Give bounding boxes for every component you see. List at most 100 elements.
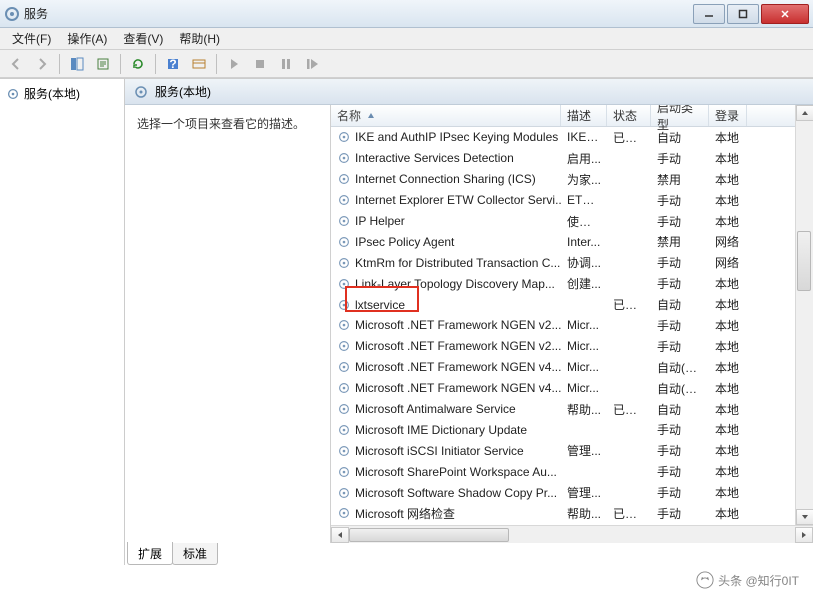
minimize-button[interactable] bbox=[693, 4, 725, 24]
tree-root-item[interactable]: 服务(本地) bbox=[0, 83, 124, 104]
service-name-cell: KtmRm for Distributed Transaction C... bbox=[331, 256, 561, 270]
show-hide-tree-button[interactable] bbox=[65, 52, 89, 76]
service-gear-icon bbox=[337, 444, 351, 458]
stop-service-button[interactable] bbox=[248, 52, 272, 76]
service-start-cell: 自动 bbox=[651, 296, 709, 313]
service-name-cell: Microsoft IME Dictionary Update bbox=[331, 423, 561, 437]
service-gear-icon bbox=[337, 193, 351, 207]
scroll-up-button[interactable] bbox=[796, 105, 813, 121]
column-logon[interactable]: 登录 bbox=[709, 105, 747, 126]
service-row[interactable]: IKE and AuthIP IPsec Keying ModulesIKEE.… bbox=[331, 127, 795, 148]
start-service-button[interactable] bbox=[222, 52, 246, 76]
service-name-cell: lxtservice bbox=[331, 298, 561, 312]
title-bar: 服务 bbox=[0, 0, 813, 28]
service-gear-icon bbox=[337, 277, 351, 291]
close-button[interactable] bbox=[761, 4, 809, 24]
vertical-scrollbar[interactable] bbox=[795, 105, 813, 525]
detail-pane: 选择一个项目来查看它的描述。 bbox=[125, 105, 330, 543]
service-name: Microsoft Antimalware Service bbox=[355, 402, 516, 416]
service-gear-icon bbox=[337, 298, 351, 312]
service-start-cell: 禁用 bbox=[651, 233, 709, 250]
maximize-button[interactable] bbox=[727, 4, 759, 24]
service-row[interactable]: IPsec Policy AgentInter...禁用网络 bbox=[331, 231, 795, 252]
service-logon-cell: 本地 bbox=[709, 359, 747, 376]
scroll-thumb[interactable] bbox=[797, 231, 811, 291]
service-row[interactable]: KtmRm for Distributed Transaction C...协调… bbox=[331, 252, 795, 273]
service-name: Microsoft iSCSI Initiator Service bbox=[355, 444, 524, 458]
service-row[interactable]: Microsoft .NET Framework NGEN v4...Micr.… bbox=[331, 357, 795, 378]
service-desc-cell: 启用... bbox=[561, 150, 607, 167]
services-gear-icon bbox=[6, 87, 20, 101]
refresh-button[interactable] bbox=[126, 52, 150, 76]
service-name: Microsoft .NET Framework NGEN v4... bbox=[355, 381, 561, 395]
help-button[interactable]: ? bbox=[161, 52, 185, 76]
service-row[interactable]: Microsoft SharePoint Workspace Au...手动本地 bbox=[331, 461, 795, 482]
service-state-cell: 已启动 bbox=[607, 296, 651, 313]
menu-action[interactable]: 操作(A) bbox=[59, 28, 115, 49]
column-description[interactable]: 描述 bbox=[561, 105, 607, 126]
service-name-cell: Internet Connection Sharing (ICS) bbox=[331, 172, 561, 186]
service-name: IPsec Policy Agent bbox=[355, 235, 454, 249]
column-name[interactable]: 名称 bbox=[331, 105, 561, 126]
service-logon-cell: 本地 bbox=[709, 463, 747, 480]
service-desc-cell: IKEE... bbox=[561, 130, 607, 144]
service-logon-cell: 本地 bbox=[709, 442, 747, 459]
scroll-track[interactable] bbox=[349, 527, 795, 543]
service-name-cell: Microsoft Antimalware Service bbox=[331, 402, 561, 416]
toolbar-separator bbox=[59, 54, 60, 74]
service-logon-cell: 本地 bbox=[709, 192, 747, 209]
properties-button[interactable] bbox=[187, 52, 211, 76]
scroll-thumb[interactable] bbox=[349, 528, 509, 542]
service-row[interactable]: Link-Layer Topology Discovery Map...创建..… bbox=[331, 273, 795, 294]
list-body[interactable]: IKE and AuthIP IPsec Keying ModulesIKEE.… bbox=[331, 127, 795, 525]
tree-pane[interactable]: 服务(本地) bbox=[0, 79, 125, 565]
service-name: Microsoft .NET Framework NGEN v4... bbox=[355, 360, 561, 374]
back-button[interactable] bbox=[4, 52, 28, 76]
service-logon-cell: 本地 bbox=[709, 171, 747, 188]
toolbar-separator bbox=[155, 54, 156, 74]
scroll-down-button[interactable] bbox=[796, 509, 813, 525]
service-row[interactable]: Microsoft iSCSI Initiator Service管理...手动… bbox=[331, 440, 795, 461]
export-button[interactable] bbox=[91, 52, 115, 76]
service-gear-icon bbox=[337, 151, 351, 165]
column-state[interactable]: 状态 bbox=[607, 105, 651, 126]
service-row[interactable]: IP Helper使用 ...手动本地 bbox=[331, 211, 795, 232]
menu-view[interactable]: 查看(V) bbox=[115, 28, 171, 49]
service-row[interactable]: Internet Connection Sharing (ICS)为家...禁用… bbox=[331, 169, 795, 190]
forward-button[interactable] bbox=[30, 52, 54, 76]
service-row[interactable]: Interactive Services Detection启用...手动本地 bbox=[331, 148, 795, 169]
horizontal-scrollbar[interactable] bbox=[331, 525, 813, 543]
service-logon-cell: 本地 bbox=[709, 129, 747, 146]
service-logon-cell: 本地 bbox=[709, 317, 747, 334]
service-row[interactable]: Microsoft .NET Framework NGEN v2...Micr.… bbox=[331, 315, 795, 336]
restart-service-button[interactable] bbox=[300, 52, 324, 76]
service-gear-icon bbox=[337, 172, 351, 186]
service-row[interactable]: Microsoft 网络检查帮助...已启动手动本地 bbox=[331, 503, 795, 524]
menu-file[interactable]: 文件(F) bbox=[4, 28, 59, 49]
service-row[interactable]: Microsoft IME Dictionary Update手动本地 bbox=[331, 419, 795, 440]
service-start-cell: 手动 bbox=[651, 192, 709, 209]
service-row[interactable]: Microsoft Antimalware Service帮助...已启动自动本… bbox=[331, 399, 795, 420]
service-gear-icon bbox=[337, 381, 351, 395]
scroll-right-button[interactable] bbox=[795, 527, 813, 543]
pause-service-button[interactable] bbox=[274, 52, 298, 76]
service-row[interactable]: Microsoft Software Shadow Copy Pr...管理..… bbox=[331, 482, 795, 503]
service-gear-icon bbox=[337, 318, 351, 332]
service-row[interactable]: Microsoft .NET Framework NGEN v4...Micr.… bbox=[331, 378, 795, 399]
service-name-cell: Link-Layer Topology Discovery Map... bbox=[331, 277, 561, 291]
service-row[interactable]: Microsoft .NET Framework NGEN v2...Micr.… bbox=[331, 336, 795, 357]
scroll-track[interactable] bbox=[796, 121, 812, 509]
service-desc-cell: Micr... bbox=[561, 360, 607, 374]
service-gear-icon bbox=[337, 256, 351, 270]
service-name-cell: Microsoft .NET Framework NGEN v2... bbox=[331, 339, 561, 353]
menu-help[interactable]: 帮助(H) bbox=[171, 28, 228, 49]
service-desc-cell: Micr... bbox=[561, 339, 607, 353]
service-row[interactable]: Internet Explorer ETW Collector Servi...… bbox=[331, 190, 795, 211]
service-logon-cell: 本地 bbox=[709, 421, 747, 438]
tab-extended[interactable]: 扩展 bbox=[127, 542, 173, 565]
service-gear-icon bbox=[337, 214, 351, 228]
column-startup[interactable]: 启动类型 bbox=[651, 105, 709, 126]
scroll-left-button[interactable] bbox=[331, 527, 349, 543]
tab-standard[interactable]: 标准 bbox=[172, 543, 218, 565]
service-row[interactable]: lxtservice已启动自动本地 bbox=[331, 294, 795, 315]
